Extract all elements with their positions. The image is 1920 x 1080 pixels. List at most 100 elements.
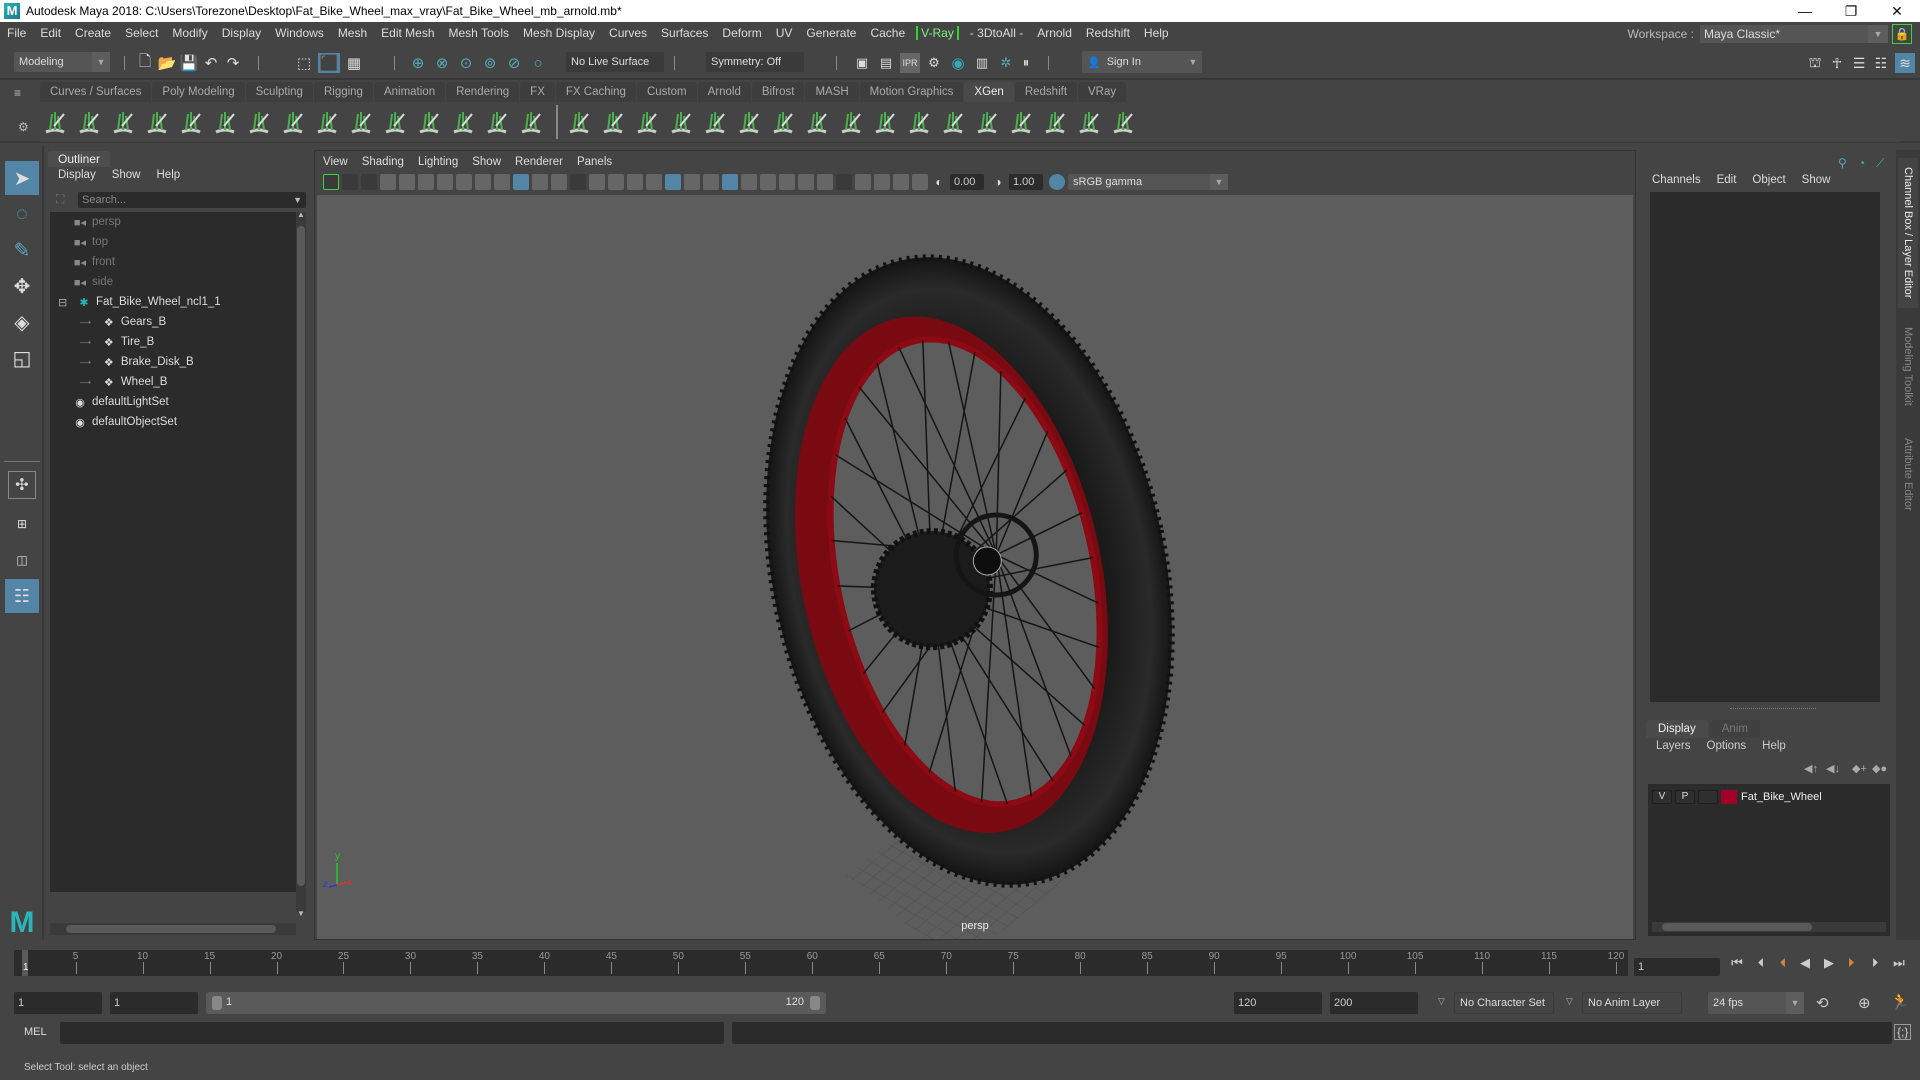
smooth-shade-icon[interactable] [665,174,681,190]
textured-icon[interactable] [722,174,738,190]
render-setup-icon[interactable]: ▥ [972,53,992,73]
vray-viewport-icon[interactable] [323,174,339,190]
shelf-tab-bifrost[interactable]: Bifrost [751,82,805,102]
shelf-tab-mash[interactable]: MASH [805,82,859,102]
time-ruler[interactable]: 1 5 10 15 20 25 30 35 40 45 50 55 60 65 70 75 80 85 90 95 1… [14,950,1628,976]
auto-key-icon[interactable]: ⊕ [1858,994,1871,1012]
gamma-icon[interactable]: ◑ [990,174,1006,190]
viewport-menu-shading[interactable]: Shading [362,156,404,168]
snap-surface-icon[interactable]: ○ [528,53,548,73]
viewport-menu-lighting[interactable]: Lighting [418,156,458,168]
menu-help[interactable]: Help [1137,26,1176,40]
xray-active-components-icon[interactable] [912,174,928,190]
move-layer-down-icon[interactable]: ◀↓ [1826,762,1840,775]
color-management-toggle-icon[interactable] [1049,174,1065,190]
part-tool-icon[interactable] [1006,107,1036,137]
menuset-dropdown[interactable]: Modeling ▼ [14,52,110,72]
channel-box-icon[interactable]: ≋ [1895,53,1915,73]
menu-file[interactable]: File [0,26,33,40]
chevron-down-icon[interactable]: ▼ [293,192,302,208]
shadows-icon[interactable] [760,174,776,190]
outliner-vertical-scrollbar[interactable]: ▲ ▼ [296,210,306,918]
layer-horizontal-scrollbar[interactable] [1652,922,1886,932]
menu-surfaces[interactable]: Surfaces [654,26,715,40]
place-tool-icon[interactable] [666,107,696,137]
undo-icon[interactable]: ↶ [202,53,220,73]
layer-playback-toggle[interactable]: P [1675,790,1695,804]
play-forwards-icon[interactable]: ▶ [1820,955,1838,971]
outliner-item[interactable]: ■◂ top [72,232,108,252]
four-view-layout-icon[interactable]: ⊞ [5,507,39,541]
use-all-lights-icon[interactable] [741,174,757,190]
lock-guide-icon[interactable] [278,107,308,137]
layer-visibility-toggle[interactable]: V [1652,790,1672,804]
menu-mesh-tools[interactable]: Mesh Tools [442,26,516,40]
select-tool-icon[interactable]: ➤ [5,161,39,195]
snap-point-icon[interactable]: ⊙ [456,53,476,73]
shelf-tab-xgen[interactable]: XGen [964,82,1014,102]
density-tool-icon[interactable] [1040,107,1070,137]
step-forward-frame-icon[interactable]: ⏵ [1866,955,1884,971]
menu-display[interactable]: Display [215,26,268,40]
exposure-field[interactable]: 0.00 [950,174,984,190]
scale-tool-icon[interactable]: ◱ [5,341,39,375]
range-bar[interactable]: 1 120 [206,992,826,1014]
clump-tool-icon[interactable] [972,107,1002,137]
persp-outliner-layout-icon[interactable]: ◫ [5,543,39,577]
grease-pencil-icon[interactable] [456,174,472,190]
layer-name[interactable]: Fat_Bike_Wheel [1741,791,1822,803]
channel-object-menu[interactable]: Object [1752,174,1785,186]
freeze-tool-icon[interactable] [870,107,900,137]
channel-show-menu[interactable]: Show [1802,174,1831,186]
go-to-end-icon[interactable]: ⏭ [1890,955,1908,971]
shelf-tab-motion-graphics[interactable]: Motion Graphics [859,82,964,102]
outliner-horizontal-scrollbar[interactable] [50,923,296,935]
redo-icon[interactable]: ↷ [224,53,242,73]
depth-of-field-icon[interactable] [836,174,852,190]
script-editor-icon[interactable]: {;} [1894,1024,1912,1040]
hypershade-icon[interactable]: ◉ [948,53,968,73]
menu-edit[interactable]: Edit [33,26,68,40]
length-tool-icon[interactable] [802,107,832,137]
anim-layer-field[interactable]: No Anim Layer [1582,992,1682,1014]
select-by-hierarchy-icon[interactable]: ⬚ [294,53,314,73]
range-start-handle[interactable] [212,996,222,1010]
wireframe-icon[interactable] [646,174,662,190]
minimize-button[interactable]: — [1782,0,1828,22]
outliner-layout-icon[interactable]: ☷ [5,579,39,613]
viewport-menu-renderer[interactable]: Renderer [515,156,563,168]
anti-aliasing-icon[interactable] [817,174,833,190]
layer-help-menu[interactable]: Help [1762,740,1786,752]
camera-attributes-icon[interactable] [342,174,358,190]
character-set-chevron-icon[interactable]: ▽ [1438,996,1445,1007]
screen-space-ao-icon[interactable] [779,174,795,190]
safe-title-icon[interactable] [627,174,643,190]
shelf-tab-poly-modeling[interactable]: Poly Modeling [152,82,245,102]
shelf-tab-vray[interactable]: VRay [1078,82,1127,102]
splitter-handle[interactable] [1730,708,1816,709]
fps-dropdown[interactable]: 24 fps ▼ [1708,992,1804,1014]
color-space-dropdown[interactable]: sRGB gamma ▼ [1068,174,1228,190]
manipulator-icon[interactable]: ⚲ [1838,156,1847,170]
range-end-handle[interactable] [810,996,820,1010]
shelf-tab-animation[interactable]: Animation [373,82,446,102]
new-empty-layer-icon[interactable]: ◆+ [1852,762,1867,775]
convert-guides-icon[interactable] [346,107,376,137]
slow-icon[interactable]: ⟋ [1876,156,1884,171]
channels-menu[interactable]: Channels [1652,174,1701,186]
menu-select[interactable]: Select [118,26,165,40]
menu-redshift[interactable]: Redshift [1079,26,1137,40]
normalize-guide-icon[interactable] [448,107,478,137]
save-scene-icon[interactable]: 💾 [180,53,199,73]
mel-command-input[interactable] [60,1022,724,1044]
gamma-field[interactable]: 1.00 [1009,174,1043,190]
menu-uv[interactable]: UV [769,26,800,40]
outliner-menu-show[interactable]: Show [112,169,141,181]
xray-icon[interactable] [874,174,890,190]
menu-edit-mesh[interactable]: Edit Mesh [374,26,441,40]
playback-start-field[interactable]: 1 [110,992,198,1014]
open-scene-icon[interactable]: 📂 [158,53,177,73]
new-layer-selected-icon[interactable]: ◆● [1872,762,1887,775]
shelf-tab-sculpting[interactable]: Sculpting [245,82,313,102]
outliner-item[interactable]: —• ❖ Gears_B [80,312,166,332]
